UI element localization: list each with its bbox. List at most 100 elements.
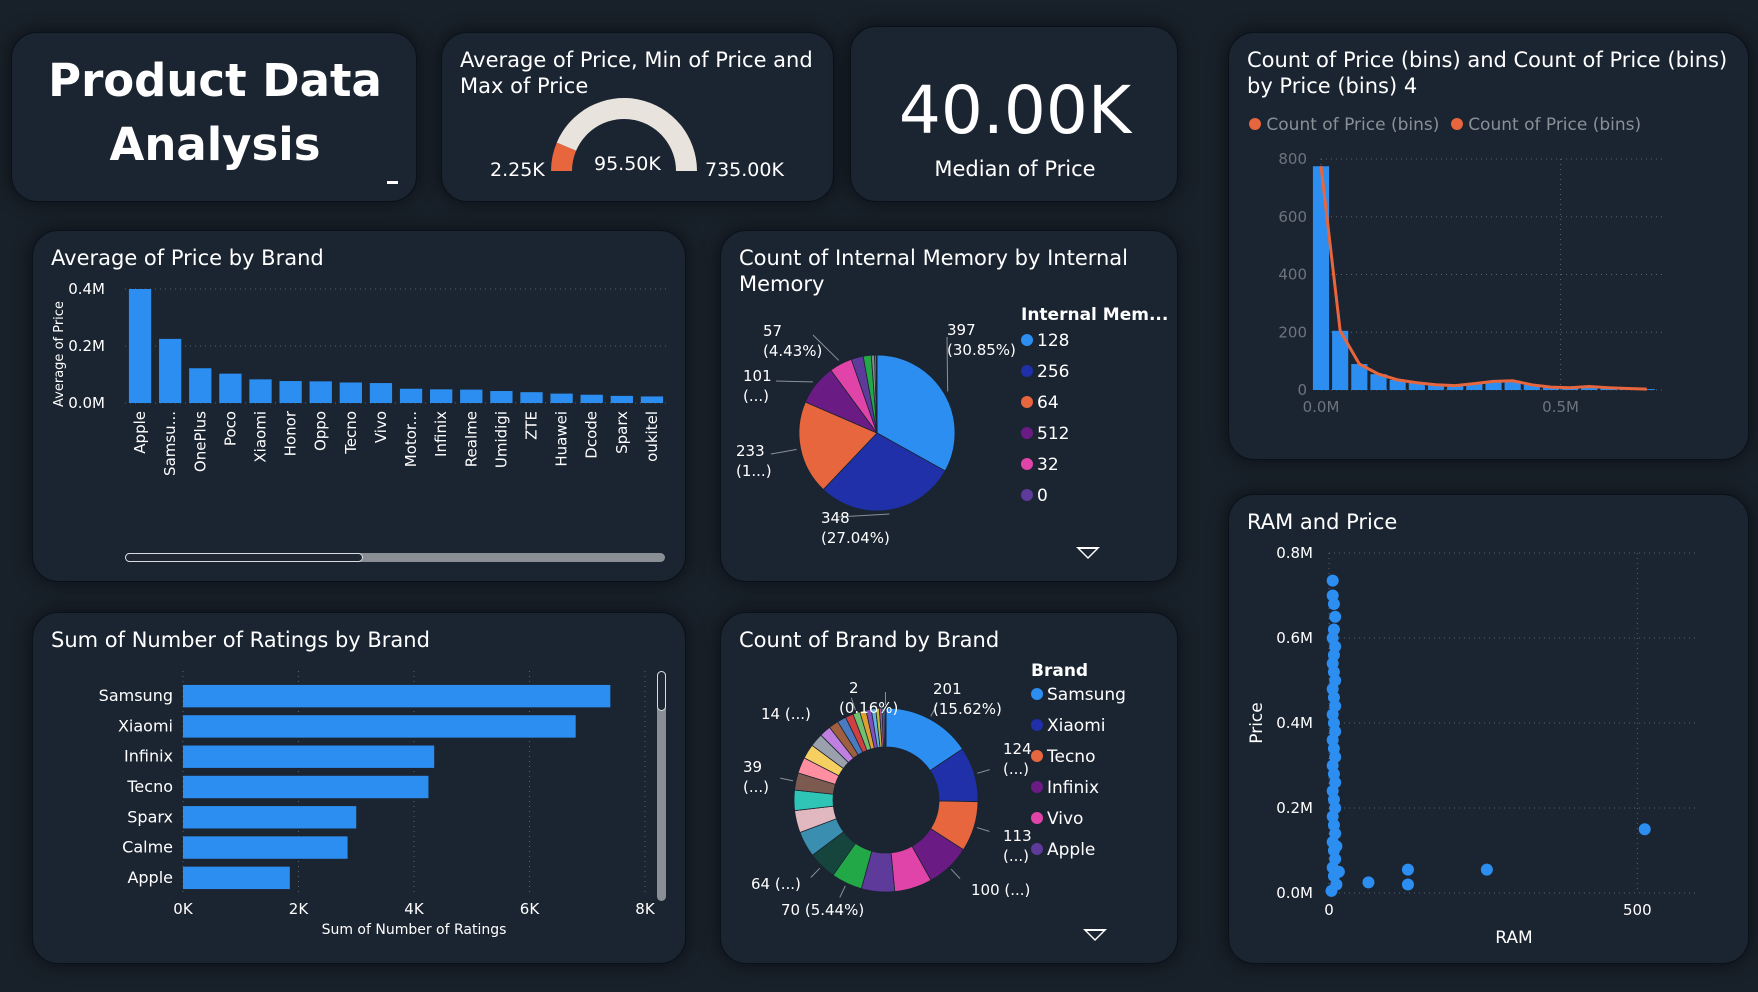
data-label-pct: (...) <box>1003 760 1029 778</box>
data-label-value: 101 <box>743 367 772 385</box>
x-tick-label: Infinix <box>432 411 450 457</box>
x-tick-label: 0K <box>173 900 194 918</box>
bar <box>460 389 483 403</box>
data-label-value: 113 <box>1003 827 1032 845</box>
x-tick-label: Sparx <box>613 411 631 454</box>
x-tick-label: Motor... <box>402 411 420 467</box>
bar <box>183 745 435 768</box>
x-tick-label: 0 <box>1324 901 1334 919</box>
y-tick-label: Xiaomi <box>118 716 173 735</box>
leader-line <box>810 867 821 878</box>
x-tick-label: Samsu... <box>161 411 179 476</box>
leader-line <box>839 885 846 898</box>
internal-memory-card[interactable]: Count of Internal Memory by Internal Mem… <box>720 230 1178 582</box>
data-label-pct: (...) <box>1003 847 1029 865</box>
avg-price-by-brand-card[interactable]: Average of Price by Brand 0.0M 0.2M 0.4M Av… <box>32 230 686 582</box>
bar <box>610 395 633 403</box>
data-label-value: 100 (...) <box>971 881 1030 899</box>
scatter-point <box>1327 598 1340 610</box>
x-tick-label: Vivo <box>372 411 390 443</box>
vertical-scrollbar[interactable] <box>657 671 666 901</box>
brand-legend: Samsung Xiaomi Tecno Infinix Vivo Apple <box>1031 685 1126 871</box>
bar <box>339 382 362 403</box>
avg-price-chart: 0.0M 0.2M 0.4MAverage of Price Apple Samsu..… <box>52 280 667 476</box>
vertical-scrollbar-thumb[interactable] <box>657 671 666 711</box>
bar <box>309 381 332 403</box>
resize-handle-icon[interactable] <box>387 181 398 184</box>
legend-dot <box>1031 688 1043 700</box>
x-axis-label: Sum of Number of Ratings <box>322 922 507 938</box>
bar <box>640 396 664 403</box>
legend-dot <box>1031 812 1043 824</box>
bar <box>369 383 393 403</box>
data-label-value: 2 <box>849 679 859 697</box>
y-tick-label: 0.0M <box>1276 884 1313 902</box>
data-label-value: 124 <box>1003 740 1032 758</box>
y-tick-label: 0.4M <box>68 280 105 298</box>
scatter-point <box>1329 610 1342 623</box>
data-label-value: 397 <box>947 321 976 339</box>
kpi-card[interactable]: 40.00K Median of Price <box>850 26 1178 202</box>
bar <box>189 368 212 403</box>
scrollbar-thumb[interactable] <box>125 553 363 562</box>
leader-line <box>976 827 990 832</box>
data-label-pct: (...) <box>743 387 769 405</box>
expand-chevron-icon[interactable] <box>1076 547 1100 559</box>
data-label-pct: (0.16%) <box>839 699 898 717</box>
bar <box>128 289 152 403</box>
x-tick-label: 4K <box>404 900 425 918</box>
legend-title: Internal Mem... <box>1021 305 1169 325</box>
bar <box>580 394 603 403</box>
gauge-value-label: 95.50K <box>594 153 661 175</box>
bar <box>1312 166 1330 390</box>
leader-line <box>977 769 990 774</box>
leader-line <box>775 380 813 383</box>
bar <box>159 338 182 403</box>
y-tick-label: Apple <box>127 868 173 887</box>
bar <box>430 389 453 403</box>
x-tick-label: Honor <box>282 410 300 456</box>
x-tick-label: 6K <box>520 900 541 918</box>
x-tick-label: 8K <box>635 900 656 918</box>
legend-dot <box>1031 719 1043 731</box>
gauge-card[interactable]: Average of Price, Min of Price and Max o… <box>441 32 834 202</box>
data-label-value: 14 (...) <box>761 705 811 723</box>
data-label-pct: (4.43%) <box>763 342 822 360</box>
y-tick-label: 600 <box>1278 208 1307 226</box>
legend-item: 256 <box>1021 362 1069 393</box>
leader-line <box>770 448 797 455</box>
price-bins-card[interactable]: Count of Price (bins) and Count of Price… <box>1228 32 1749 460</box>
data-label-value: 70 (5.44%) <box>781 901 864 919</box>
x-tick-label: 500 <box>1623 901 1652 919</box>
legend-dot <box>1031 781 1043 793</box>
legend-item: Infinix <box>1031 778 1126 809</box>
x-tick-label: ZTE <box>523 411 541 440</box>
legend-item: Apple <box>1031 840 1126 871</box>
legend-item: Xiaomi <box>1031 716 1126 747</box>
bar <box>490 391 513 403</box>
legend-label: 64 <box>1037 393 1059 413</box>
y-tick-label: Calme <box>122 838 173 857</box>
ratings-chart: 0K 2K 4K 6K 8K Sum of Number of Ratings Samsun… <box>99 671 656 938</box>
data-label-pct: (1...) <box>736 462 772 480</box>
horizontal-scrollbar[interactable] <box>125 553 665 562</box>
ram-price-card[interactable]: RAM and Price 0.0M 0.2M 0.4M 0.6M 0.8M 0 500 RA… <box>1228 494 1749 964</box>
y-axis-label: Average of Price <box>52 301 67 407</box>
y-tick-label: 0.0M <box>68 394 105 412</box>
ratings-by-brand-card[interactable]: Sum of Number of Ratings by Brand 0K 2K 4K… <box>32 612 686 964</box>
legend-label: 256 <box>1037 362 1070 382</box>
brand-donut-card[interactable]: Count of Brand by Brand 201 (15.62%) 124 (.… <box>720 612 1178 964</box>
y-tick-label: Sparx <box>127 807 173 826</box>
legend-item: 32 <box>1021 455 1069 486</box>
y-tick-label: 0.4M <box>1276 714 1313 732</box>
bar <box>249 379 272 403</box>
gauge-max-label: 735.00K <box>705 159 784 181</box>
scatter-point <box>1362 876 1375 889</box>
legend-dot <box>1021 396 1033 408</box>
x-tick-label: Poco <box>221 411 239 446</box>
y-tick-label: 0.8M <box>1276 544 1313 562</box>
bar <box>183 866 290 890</box>
bar <box>219 373 242 403</box>
bar <box>550 393 573 403</box>
expand-chevron-icon[interactable] <box>1083 929 1107 941</box>
